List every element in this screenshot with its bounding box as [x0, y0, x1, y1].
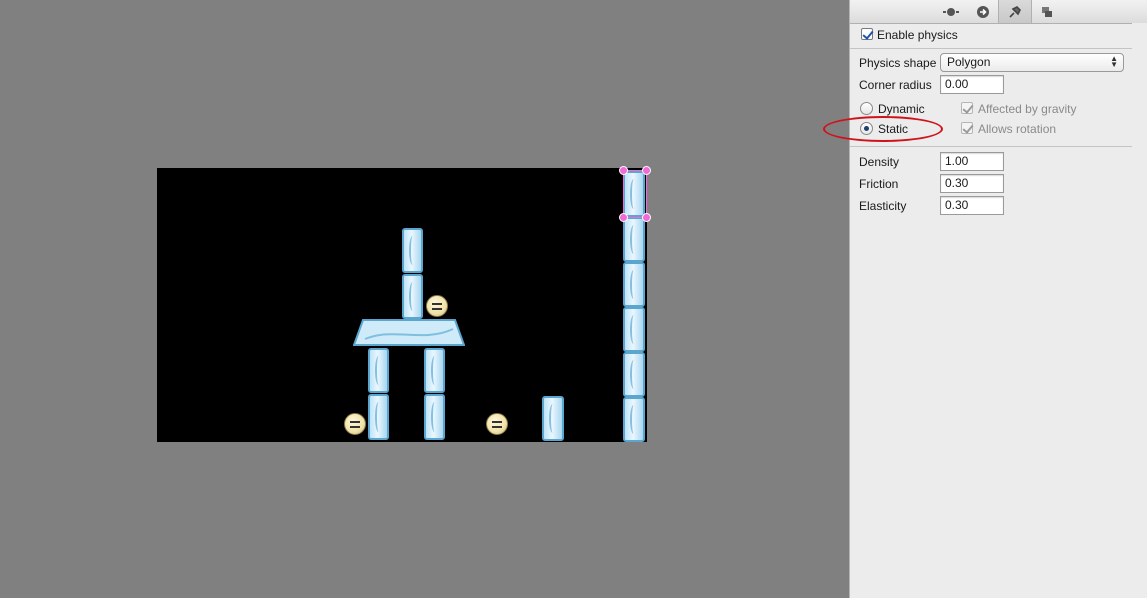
friction-field[interactable]: 0.30: [940, 174, 1004, 193]
game-scene-canvas[interactable]: [157, 168, 647, 442]
density-label: Density: [859, 155, 900, 169]
node-properties-tab[interactable]: [935, 0, 967, 23]
ice-block[interactable]: [623, 217, 645, 262]
affected-by-gravity-label: Affected by gravity: [978, 102, 1077, 116]
annotation-ellipse: [823, 116, 943, 142]
pig-sprite[interactable]: [426, 295, 448, 317]
elasticity-field[interactable]: 0.30: [940, 196, 1004, 215]
inspector-toolbar: [850, 0, 1147, 24]
ice-block[interactable]: [623, 352, 645, 397]
ice-block[interactable]: [623, 397, 645, 442]
resize-handle[interactable]: [642, 166, 651, 175]
ice-block[interactable]: [368, 394, 389, 440]
pig-sprite[interactable]: [486, 413, 508, 435]
node-properties-icon: [943, 7, 959, 16]
inspector-scrollbar[interactable]: [1132, 23, 1147, 598]
allows-rotation-label: Allows rotation: [978, 122, 1057, 136]
layers-icon: [1042, 6, 1052, 17]
ice-block[interactable]: [623, 307, 645, 352]
dynamic-label: Dynamic: [878, 102, 925, 116]
ice-slab[interactable]: [353, 319, 465, 346]
code-connections-tab[interactable]: [967, 0, 999, 23]
selection-outline: [623, 170, 647, 218]
physics-shape-value: Polygon: [947, 55, 991, 69]
physics-tab[interactable]: [998, 0, 1032, 23]
select-arrows-icon: ▲ ▼: [1110, 54, 1118, 69]
pig-sprite[interactable]: [344, 413, 366, 435]
section-divider: [850, 146, 1133, 147]
ice-block[interactable]: [542, 396, 564, 441]
pin-icon: [1009, 5, 1021, 18]
ice-block[interactable]: [424, 348, 445, 393]
physics-shape-label: Physics shape: [859, 56, 937, 70]
editor-workspace[interactable]: [0, 0, 849, 598]
resize-handle[interactable]: [619, 166, 628, 175]
templates-tab[interactable]: [1031, 0, 1063, 23]
ice-block[interactable]: [424, 394, 445, 440]
ice-block[interactable]: [402, 274, 423, 319]
dynamic-radio[interactable]: [860, 102, 873, 115]
physics-shape-select[interactable]: Polygon ▲ ▼: [940, 53, 1124, 72]
allows-rotation-checkbox[interactable]: [961, 122, 973, 134]
resize-handle[interactable]: [642, 213, 651, 222]
ice-block[interactable]: [402, 228, 423, 273]
section-divider: [850, 48, 1133, 49]
elasticity-label: Elasticity: [859, 199, 907, 213]
arrow-circle-icon: [977, 5, 989, 18]
inspector-panel: Enable physics Physics shape Polygon ▲ ▼ …: [849, 0, 1147, 598]
friction-label: Friction: [859, 177, 899, 191]
resize-handle[interactable]: [619, 213, 628, 222]
corner-radius-field[interactable]: 0.00: [940, 75, 1004, 94]
ice-block[interactable]: [623, 262, 645, 307]
enable-physics-checkbox[interactable]: [861, 28, 873, 40]
affected-by-gravity-checkbox[interactable]: [961, 102, 973, 114]
enable-physics-label: Enable physics: [877, 28, 958, 42]
density-field[interactable]: 1.00: [940, 152, 1004, 171]
corner-radius-label: Corner radius: [859, 78, 932, 92]
ice-block[interactable]: [368, 348, 389, 393]
